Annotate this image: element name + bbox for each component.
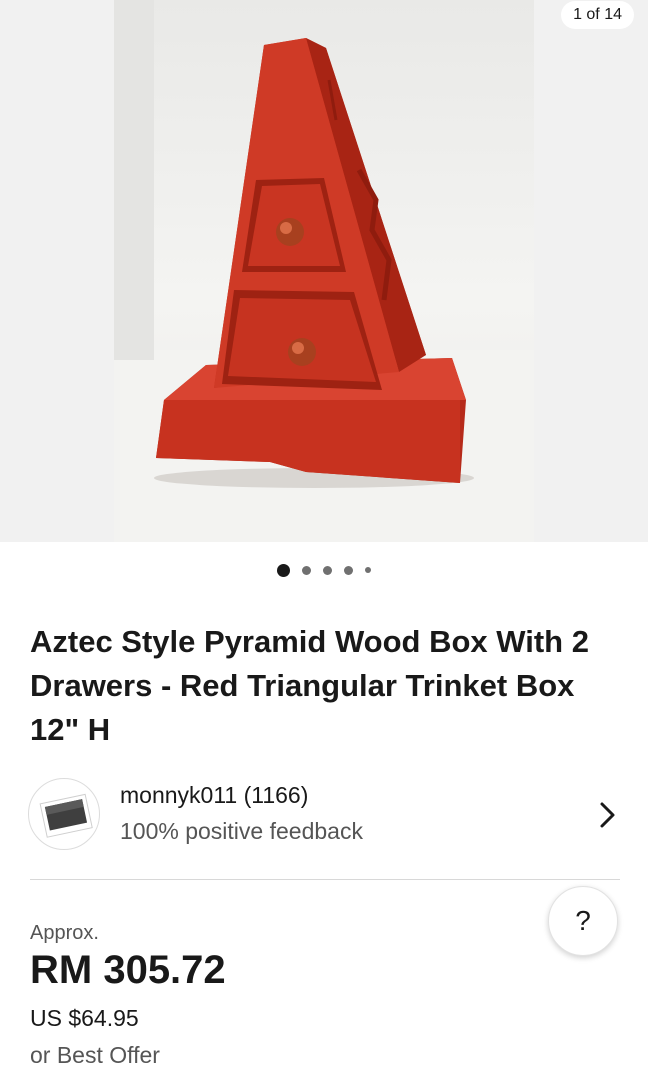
pager-dot-active[interactable] (277, 563, 290, 577)
help-button[interactable]: ? (548, 886, 618, 956)
seller-avatar (28, 778, 100, 850)
seller-row[interactable]: monnyk011 (1166) 100% positive feedback (0, 772, 648, 858)
photo-placeholder-icon (39, 793, 93, 838)
pager-dot[interactable] (302, 565, 311, 575)
gallery-pager[interactable] (0, 562, 648, 578)
image-counter: 1 of 14 (561, 1, 634, 29)
product-photo[interactable] (114, 0, 534, 542)
pager-dot[interactable] (323, 565, 332, 575)
seller-name[interactable]: monnyk011 (1166) (120, 782, 308, 809)
listing-title: Aztec Style Pyramid Wood Box With 2 Draw… (30, 624, 589, 747)
chevron-right-icon[interactable] (598, 800, 618, 830)
approx-label: Approx. (30, 922, 99, 944)
image-gallery[interactable]: 1 of 14 (0, 0, 648, 542)
best-offer-label: or Best Offer (30, 1042, 160, 1068)
price-usd: US $64.95 (30, 1005, 139, 1031)
listing-page: 1 of 14 Aztec Style Pyramid Wood Box Wit… (0, 0, 648, 1080)
pager-dot[interactable] (365, 567, 371, 573)
pyramid-box-image (114, 0, 534, 542)
seller-feedback: 100% positive feedback (120, 818, 363, 844)
pager-dot[interactable] (344, 565, 353, 575)
divider (30, 879, 620, 880)
price-local: RM 305.72 (30, 948, 226, 992)
